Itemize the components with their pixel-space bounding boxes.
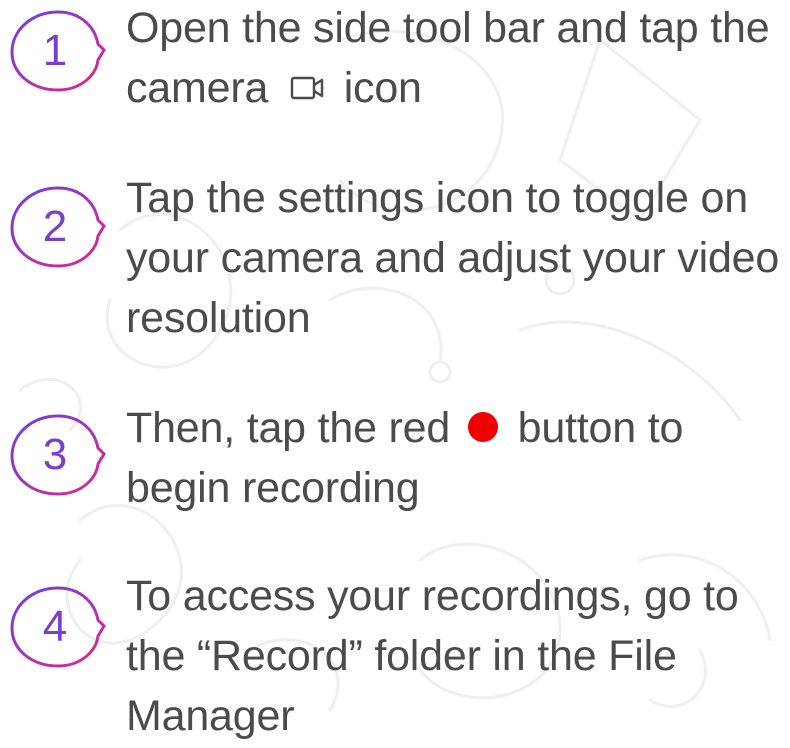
- red-dot-icon: [467, 411, 498, 442]
- step-3-number: 3: [42, 430, 68, 479]
- camera-icon: [290, 76, 324, 99]
- step-3-text: Then, tap the red button to begin record…: [126, 398, 786, 518]
- step-2-number: 2: [42, 202, 68, 251]
- step-3-text-before: Then, tap the red: [126, 404, 451, 452]
- step-1-text-after: icon: [343, 64, 422, 112]
- step-2-number-badge: 2: [8, 184, 106, 270]
- step-4-number-badge: 4: [8, 584, 106, 670]
- step-1-text: Open the side tool bar and tap the camer…: [126, 0, 786, 118]
- step-1-text-before: Open the side tool bar and tap the camer…: [126, 4, 770, 112]
- step-4-text: To access your recordings, go to the “Re…: [126, 572, 739, 740]
- step-1-number: 1: [42, 26, 68, 75]
- step-2-text: Tap the settings icon to toggle on your …: [126, 174, 780, 342]
- step-1-number-badge: 1: [8, 8, 106, 94]
- step-4-number: 4: [42, 602, 68, 651]
- step-3-number-badge: 3: [8, 412, 106, 498]
